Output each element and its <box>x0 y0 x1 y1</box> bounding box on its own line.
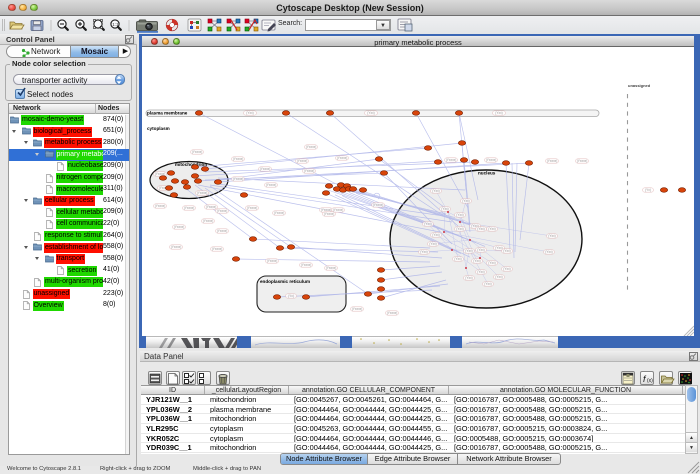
svg-text:nucleus: nucleus <box>478 171 496 176</box>
svg-text:(Yxx): (Yxx) <box>465 276 472 280</box>
svg-text:(Yxxxx): (Yxxxx) <box>233 177 244 181</box>
svg-text:cytoplasm: cytoplasm <box>147 126 170 131</box>
svg-text:(Yxx): (Yxx) <box>432 233 439 237</box>
svg-text:(x): (x) <box>647 378 653 384</box>
svg-text:(Yxx): (Yxx) <box>246 111 253 115</box>
svg-text:(Yxx): (Yxx) <box>545 250 552 254</box>
svg-text:(Yxxxx): (Yxxxx) <box>260 167 271 171</box>
svg-text:(Yxx): (Yxx) <box>429 242 436 246</box>
svg-text:(Yxxxx): (Yxxxx) <box>337 156 348 160</box>
svg-text:(Yxxxx): (Yxxxx) <box>304 169 315 173</box>
svg-text:(Yxxxx): (Yxxxx) <box>266 183 277 187</box>
svg-text:(Yxxxx): (Yxxxx) <box>297 159 308 163</box>
svg-text:(Yxx): (Yxx) <box>503 267 510 271</box>
svg-text:(Yxx): (Yxx) <box>477 227 484 231</box>
svg-text:(Yxx): (Yxx) <box>454 257 461 261</box>
svg-text:1:1: 1:1 <box>112 22 119 27</box>
svg-text:(Yxx): (Yxx) <box>503 249 510 253</box>
svg-text:(Yxxxx): (Yxxxx) <box>155 204 166 208</box>
svg-text:(Yxx): (Yxx) <box>432 189 439 193</box>
svg-text:(Yxxxx): (Yxxxx) <box>267 259 278 263</box>
svg-text:(Yxxxx): (Yxxxx) <box>301 263 312 267</box>
svg-text:(Yxx): (Yxx) <box>441 207 448 211</box>
svg-text:(Yxxxx): (Yxxxx) <box>387 311 398 315</box>
svg-text:(Yxxxx): (Yxxxx) <box>352 307 363 311</box>
svg-text:(Yxxxx): (Yxxxx) <box>247 206 258 210</box>
svg-text:(Yxxxx): (Yxxxx) <box>306 145 317 149</box>
svg-text:(Yxx): (Yxx) <box>465 249 472 253</box>
svg-text:(Yxxxx): (Yxxxx) <box>274 211 285 215</box>
svg-text:(Yxx): (Yxx) <box>477 270 484 274</box>
svg-text:(Yxxxx): (Yxxxx) <box>184 206 195 210</box>
svg-text:(Yxxxx): (Yxxxx) <box>324 212 335 216</box>
svg-text:(Yx): (Yx) <box>645 188 651 192</box>
svg-text:(Yxxxx): (Yxxxx) <box>206 205 217 209</box>
svg-text:(Yxxxx): (Yxxxx) <box>233 157 244 161</box>
svg-text:endoplasmic reticulum: endoplasmic reticulum <box>260 279 310 284</box>
svg-text:plasma membrane: plasma membrane <box>147 111 188 116</box>
svg-text:(Yxxxx): (Yxxxx) <box>446 158 457 162</box>
svg-text:(Yxxxx): (Yxxxx) <box>192 150 203 154</box>
svg-text:(Yxxxx): (Yxxxx) <box>486 158 497 162</box>
svg-text:(Yxxxx): (Yxxxx) <box>577 159 588 163</box>
svg-text:(Yxxxx): (Yxxxx) <box>174 225 185 229</box>
svg-text:(Yxxxx): (Yxxxx) <box>373 203 384 207</box>
svg-text:(Yxx): (Yxx) <box>477 248 484 252</box>
svg-text:(Yx): (Yx) <box>288 294 294 298</box>
svg-text:(Yxxxx): (Yxxxx) <box>547 159 558 163</box>
svg-text:(Yxx): (Yxx) <box>420 250 427 254</box>
svg-text:(Yxxxx): (Yxxxx) <box>171 245 182 249</box>
svg-text:(Yxx): (Yxx) <box>548 234 555 238</box>
svg-text:(Yxx): (Yxx) <box>484 282 491 286</box>
svg-text:(Yxxxx): (Yxxxx) <box>203 219 214 223</box>
svg-text:(Yxxxx): (Yxxxx) <box>217 229 228 233</box>
svg-text:(Yxxxx): (Yxxxx) <box>326 266 337 270</box>
svg-text:(Yxx): (Yxx) <box>424 222 431 226</box>
svg-text:(Yxx): (Yxx) <box>456 227 463 231</box>
svg-text:(Yxx): (Yxx) <box>488 227 495 231</box>
svg-text:(Yxx): (Yxx) <box>456 213 463 217</box>
svg-text:(Yxx): (Yxx) <box>473 259 480 263</box>
svg-text:(Yxxxx): (Yxxxx) <box>212 247 223 251</box>
svg-text:(Yxx): (Yxx) <box>488 261 495 265</box>
svg-text:(Yxx): (Yxx) <box>367 111 374 115</box>
svg-text:(Yxx): (Yxx) <box>495 275 502 279</box>
svg-text:(Yxxxx): (Yxxxx) <box>217 209 228 213</box>
svg-text:unassigned: unassigned <box>628 83 651 88</box>
svg-text:(Yxx): (Yxx) <box>495 111 502 115</box>
svg-text:(Yxxxx): (Yxxxx) <box>197 191 208 195</box>
svg-text:(Yxx): (Yxx) <box>462 199 469 203</box>
